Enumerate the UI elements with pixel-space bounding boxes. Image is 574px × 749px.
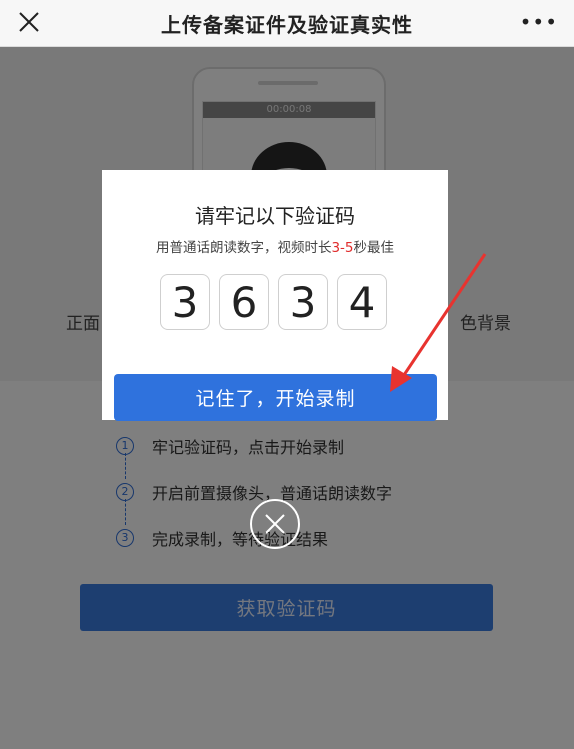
annotation-arrow-icon (390, 253, 487, 392)
code-digit: 3 (160, 274, 210, 330)
close-circle-icon (250, 499, 300, 549)
code-digit: 3 (278, 274, 328, 330)
more-menu-button[interactable]: ••• (520, 12, 558, 32)
code-digits: 3 6 3 4 (160, 274, 396, 330)
dismiss-button[interactable] (249, 498, 301, 550)
page-title: 上传备案证件及验证真实性 (161, 12, 413, 37)
dialog-title: 请牢记以下验证码 (195, 204, 355, 228)
nav-header: 上传备案证件及验证真实性 ••• (0, 0, 574, 47)
close-icon (19, 12, 39, 32)
close-button[interactable] (14, 9, 44, 37)
code-digit: 6 (219, 274, 269, 330)
subtitle-prefix: 用普通话朗读数字，视频时长 (155, 240, 332, 256)
duration-highlight: 3-5 (331, 240, 354, 256)
